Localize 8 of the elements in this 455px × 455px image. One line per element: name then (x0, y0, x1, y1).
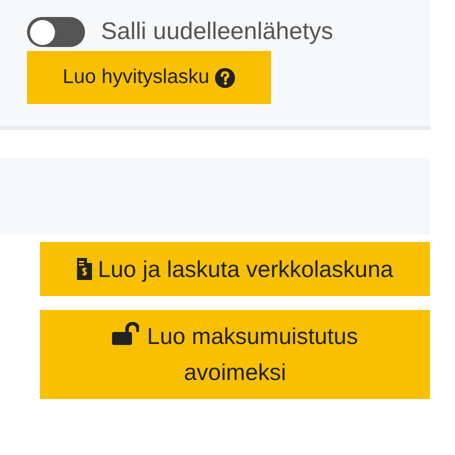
credit-invoice-button[interactable]: Luo hyvityslasku (27, 51, 271, 104)
help-icon (215, 68, 236, 88)
unlocked-padlock-icon (112, 322, 140, 345)
toggle-switch[interactable] (27, 17, 85, 47)
invoice-icon (76, 258, 92, 280)
action-button[interactable]: Luo maksumuistutus avoimeksi (40, 310, 430, 399)
toggle-label: Salli uudelleenlähetys (101, 18, 334, 46)
action-button[interactable]: Luo ja laskuta verkkolaskuna (40, 242, 430, 296)
